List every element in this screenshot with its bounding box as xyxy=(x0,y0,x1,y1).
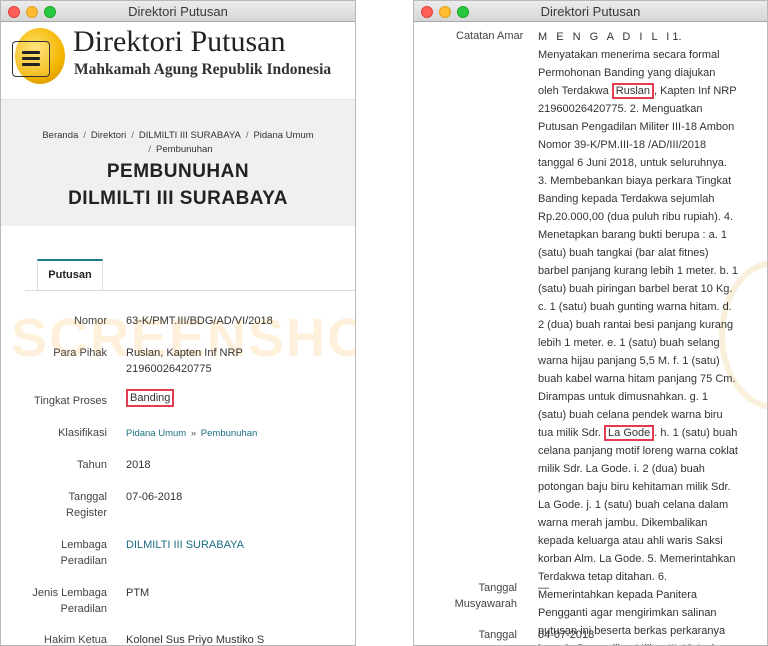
browser-window-right: Direktori Putusan Catatan Amar M E N G A… xyxy=(413,0,768,646)
tingkat-proses-value: Banding xyxy=(126,389,175,407)
highlighted-name-la-gode: La Gode xyxy=(604,425,655,441)
tanggal-register-label: Tanggal Register xyxy=(66,489,107,521)
lembaga-peradilan-link[interactable]: DILMILTI III SURABAYA xyxy=(126,537,244,553)
site-name[interactable]: Direktori Putusan xyxy=(73,25,285,59)
lembaga-peradilan-label-line-1: Lembaga xyxy=(61,539,107,551)
amar-text-part-3: . h. 1 (satu) buah celana panjang motif … xyxy=(538,427,738,645)
para-pihak-value-line-2: 21960026420775 xyxy=(126,363,212,375)
breadcrumb-item-direktori[interactable]: Direktori xyxy=(91,130,126,141)
browser-window-left: Direktori Putusan Direktori Putusan Mahk… xyxy=(0,0,356,646)
title-bar: Direktori Putusan xyxy=(1,1,355,22)
site-header: Direktori Putusan Mahkamah Agung Republi… xyxy=(1,22,355,99)
breadcrumb: Beranda / Direktori / DILMILTI III SURABAYA /… xyxy=(11,129,345,157)
breadcrumb-item-pembunuhan[interactable]: Pembunuhan xyxy=(156,144,213,155)
breadcrumb-separator: / xyxy=(131,130,134,141)
page-title-line-1: PEMBUNUHAN xyxy=(106,161,250,182)
nomor-label: Nomor xyxy=(73,315,107,327)
title-bar: Direktori Putusan xyxy=(414,1,767,22)
tingkat-proses-label: Tingkat Proses xyxy=(34,395,107,407)
hamburger-line xyxy=(22,63,40,66)
breadcrumb-separator: / xyxy=(83,130,86,141)
tanggal-musyawarah-label: Tanggal Musyawarah xyxy=(455,580,517,612)
breadcrumb-item-dilmilti[interactable]: DILMILTI III SURABAYA xyxy=(139,130,241,141)
tahun-value: 2018 xyxy=(126,459,151,471)
lembaga-peradilan-label: Lembaga Peradilan xyxy=(61,537,107,569)
page-content: Catatan Amar M E N G A D I L I1. Menyata… xyxy=(414,22,767,645)
tanggal-musyawarah-label-line-2: Musyawarah xyxy=(454,598,517,610)
tab-divider xyxy=(25,290,355,291)
hakim-ketua-value: Kolonel Sus Priyo Mustiko S xyxy=(126,634,265,645)
tanggal-register-value: 07-06-2018 xyxy=(126,491,183,503)
para-pihak-value: Ruslan, Kapten Inf NRP 21960026420775 xyxy=(126,345,243,377)
amar-mengadili-heading: M E N G A D I L I xyxy=(538,31,673,43)
hamburger-line xyxy=(22,51,40,54)
catatan-amar-label: Catatan Amar xyxy=(456,30,524,42)
highlighted-name-ruslan: Ruslan xyxy=(611,83,655,99)
amar-text-part-2: , Kapten Inf NRP 21960026420775. 2. Meng… xyxy=(538,85,738,439)
tanggal-register-label-line-2: Register xyxy=(66,507,107,519)
klasifikasi-link-pembunuhan[interactable]: Pembunuhan xyxy=(201,428,258,439)
tahun-label: Tahun xyxy=(77,459,107,471)
page-hero: Beranda / Direktori / DILMILTI III SURABAYA /… xyxy=(1,99,355,226)
klasifikasi-label: Klasifikasi xyxy=(58,427,107,439)
catatan-amar-text: M E N G A D I L I1. Menyatakan menerima … xyxy=(538,28,738,645)
page-title-line-2: DILMILTI III SURABAYA xyxy=(68,188,288,209)
page-title: PEMBUNUHAN DILMILTI III SURABAYA xyxy=(1,158,355,212)
jenis-lembaga-value: PTM xyxy=(126,587,150,599)
jenis-lembaga-label: Jenis Lembaga Peradilan xyxy=(32,585,107,617)
nomor-value: 63-K/PMT.III/BDG/AD/VI/2018 xyxy=(126,315,273,327)
tanggal-register-label-line-1: Tanggal xyxy=(68,491,107,503)
window-title: Direktori Putusan xyxy=(540,4,641,19)
tanggal-musyawarah-value: — xyxy=(538,582,549,594)
lembaga-peradilan-label-line-2: Peradilan xyxy=(60,555,107,567)
jenis-lembaga-label-line-1: Jenis Lembaga xyxy=(32,587,107,599)
para-pihak-value-line-1: Ruslan, Kapten Inf NRP xyxy=(126,347,243,359)
tab-putusan[interactable]: Putusan xyxy=(37,259,103,291)
jenis-lembaga-label-line-2: Peradilan xyxy=(60,603,107,615)
chevron-right-icon: » xyxy=(190,428,197,439)
breadcrumb-separator: / xyxy=(245,130,249,141)
tanggal-musyawarah-label-line-1: Tanggal xyxy=(478,582,517,594)
page-content: Direktori Putusan Mahkamah Agung Republi… xyxy=(1,22,355,645)
tanggal-value: 04-07-2018 xyxy=(538,629,595,641)
window-title: Direktori Putusan xyxy=(128,4,228,19)
klasifikasi-link-pidana-umum[interactable]: Pidana Umum xyxy=(126,428,186,439)
tanggal-label: Tanggal xyxy=(478,629,517,641)
breadcrumb-item-pidana-umum[interactable]: Pidana Umum xyxy=(253,130,313,141)
highlighted-tingkat-proses: Banding xyxy=(126,389,175,407)
site-subtitle: Mahkamah Agung Republik Indonesia xyxy=(74,61,332,78)
hamburger-menu-button[interactable] xyxy=(12,41,50,77)
hamburger-line xyxy=(22,57,40,60)
hakim-ketua-label: Hakim Ketua xyxy=(44,634,107,645)
para-pihak-label: Para Pihak xyxy=(53,347,107,359)
breadcrumb-item-beranda[interactable]: Beranda xyxy=(42,130,78,141)
breadcrumb-separator: / xyxy=(148,144,152,155)
klasifikasi-value: Pidana Umum » Pembunuhan xyxy=(126,426,257,442)
